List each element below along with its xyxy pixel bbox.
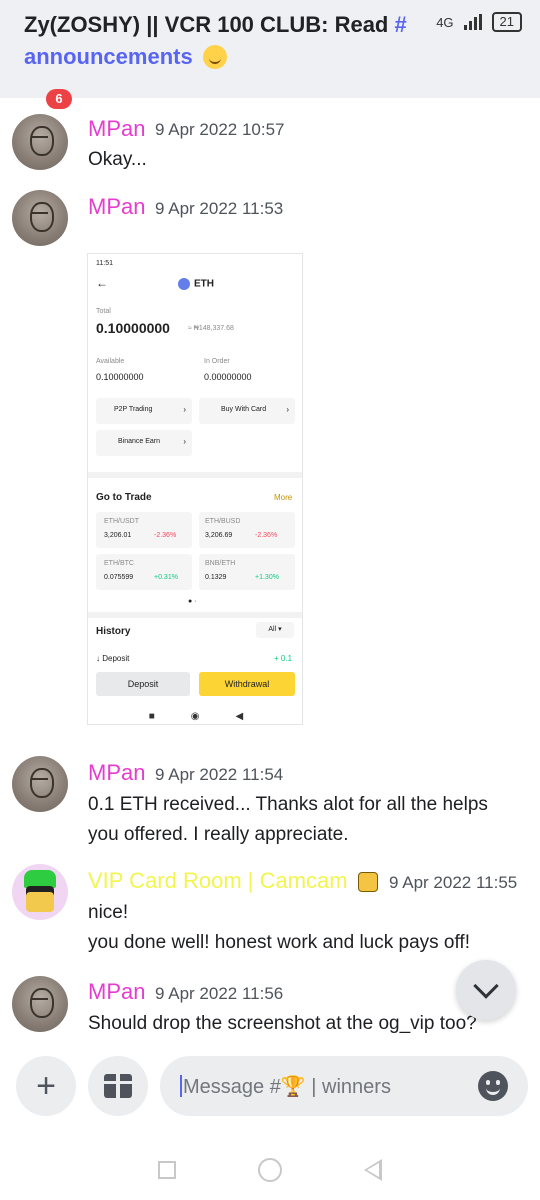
battery-level: 21 [499, 14, 514, 29]
p2p-trading-button[interactable]: P2P Trading › [96, 398, 192, 424]
home-icon[interactable] [258, 1158, 282, 1182]
message-text: Should drop the screenshot at the og_vip… [88, 1013, 477, 1034]
message-author[interactable]: MPan [88, 116, 145, 142]
go-to-trade-heading: Go to Trade [96, 492, 152, 503]
history-filter[interactable]: All ▾ [256, 622, 294, 638]
gift-icon [104, 1074, 132, 1098]
unread-badge[interactable]: 6 [46, 89, 72, 109]
message-timestamp: 9 Apr 2022 11:55 [389, 873, 518, 892]
withdrawal-button[interactable]: Withdrawal [199, 672, 295, 696]
attached-screenshot[interactable]: 11:51 ← ETH Total 0.10000000 ≈ ₦148,337.… [87, 253, 303, 725]
avatar-mpan[interactable] [12, 756, 68, 812]
deposit-button[interactable]: Deposit [96, 672, 190, 696]
chevron-down-icon [473, 973, 499, 999]
gift-button[interactable] [88, 1056, 148, 1116]
system-nav-bar [0, 1140, 540, 1200]
shot-status-time: 11:51 [96, 260, 113, 267]
history-heading: History [96, 626, 131, 637]
smile-emoji-icon [202, 45, 227, 69]
pair-card[interactable]: ETH/USDT 3,206.01 -2.36% [96, 512, 192, 548]
buy-with-card-button[interactable]: Buy With Card › [199, 398, 295, 424]
channel-hash: # [394, 12, 407, 37]
recents-icon[interactable] [158, 1161, 176, 1179]
message-timestamp: 9 Apr 2022 10:57 [155, 120, 285, 139]
message-text-line2: you done well! honest work and luck pays… [88, 932, 470, 953]
deposit-row[interactable]: ↓ Deposit [96, 654, 129, 663]
status-bar: 4G 21 [436, 12, 522, 32]
avatar-mpan[interactable] [12, 190, 68, 246]
shot-nav-bar: ■ ◉ ◀ [88, 706, 302, 724]
carousel-dots: ● · [188, 598, 197, 605]
total-label: Total [96, 308, 111, 315]
home-icon: ◉ [190, 710, 200, 722]
total-fiat: ≈ ₦148,337.68 [188, 325, 234, 332]
message-text-line1: 0.1 ETH received... Thanks alot for all … [88, 794, 488, 815]
binance-earn-button[interactable]: Binance Earn › [96, 430, 192, 456]
section-divider [88, 472, 302, 478]
message-author[interactable]: MPan [88, 194, 145, 220]
available-label: Available [96, 358, 125, 365]
role-badge-icon [358, 872, 378, 892]
message-text: Okay... [88, 149, 147, 170]
back-arrow-icon: ← [96, 276, 108, 290]
message-composer: + Message #🏆 | winners [0, 1044, 540, 1128]
total-value: 0.10000000 [96, 320, 170, 336]
channel-title[interactable]: Zy(ZOSHY) || VCR 100 CLUB: Read # [24, 12, 407, 38]
back-icon: ◀ [235, 710, 244, 722]
pair-card[interactable]: ETH/BTC 0.075599 +0.31% [96, 554, 192, 590]
back-icon[interactable] [364, 1159, 382, 1181]
message-text-line1: nice! [88, 902, 129, 923]
signal-icon [463, 14, 482, 30]
message-author[interactable]: MPan [88, 760, 145, 786]
channel-title-text: Zy(ZOSHY) || VCR 100 CLUB: Read [24, 12, 395, 37]
message-author[interactable]: MPan [88, 979, 145, 1005]
message-timestamp: 9 Apr 2022 11:54 [155, 765, 284, 784]
channel-title-line2[interactable]: announcements [24, 44, 227, 70]
pair-card[interactable]: BNB/ETH 0.1329 +1.30% [199, 554, 295, 590]
more-link[interactable]: More [274, 493, 292, 502]
message-timestamp: 9 Apr 2022 11:53 [155, 199, 284, 218]
message-placeholder: Message #🏆 | winners [180, 1074, 391, 1099]
eth-icon [178, 278, 190, 290]
section-divider [88, 612, 302, 618]
available-value: 0.10000000 [96, 372, 144, 382]
avatar-mpan[interactable] [12, 114, 68, 170]
network-type: 4G [436, 14, 454, 30]
square-icon: ■ [148, 710, 155, 722]
emoji-picker-icon[interactable] [478, 1071, 508, 1101]
in-order-value: 0.00000000 [204, 372, 252, 382]
in-order-label: In Order [204, 358, 230, 365]
message-timestamp: 9 Apr 2022 11:56 [155, 984, 284, 1003]
avatar-vip-card-room[interactable] [12, 864, 68, 920]
add-attachment-button[interactable]: + [16, 1056, 76, 1116]
message-input[interactable]: Message #🏆 | winners [160, 1056, 528, 1116]
jump-to-bottom-button[interactable] [456, 960, 516, 1020]
asset-title: ETH [178, 278, 214, 290]
battery-icon: 21 [491, 12, 522, 32]
message-author[interactable]: VIP Card Room | Camcam [88, 868, 348, 894]
plus-icon: + [36, 1067, 56, 1105]
deposit-amount: + 0.1 [274, 654, 293, 663]
pair-card[interactable]: ETH/BUSD 3,206.69 -2.36% [199, 512, 295, 548]
avatar-mpan[interactable] [12, 976, 68, 1032]
message-text-line2: you offered. I really appreciate. [88, 824, 349, 845]
channel-name: announcements [24, 44, 193, 69]
text-caret [180, 1075, 182, 1097]
